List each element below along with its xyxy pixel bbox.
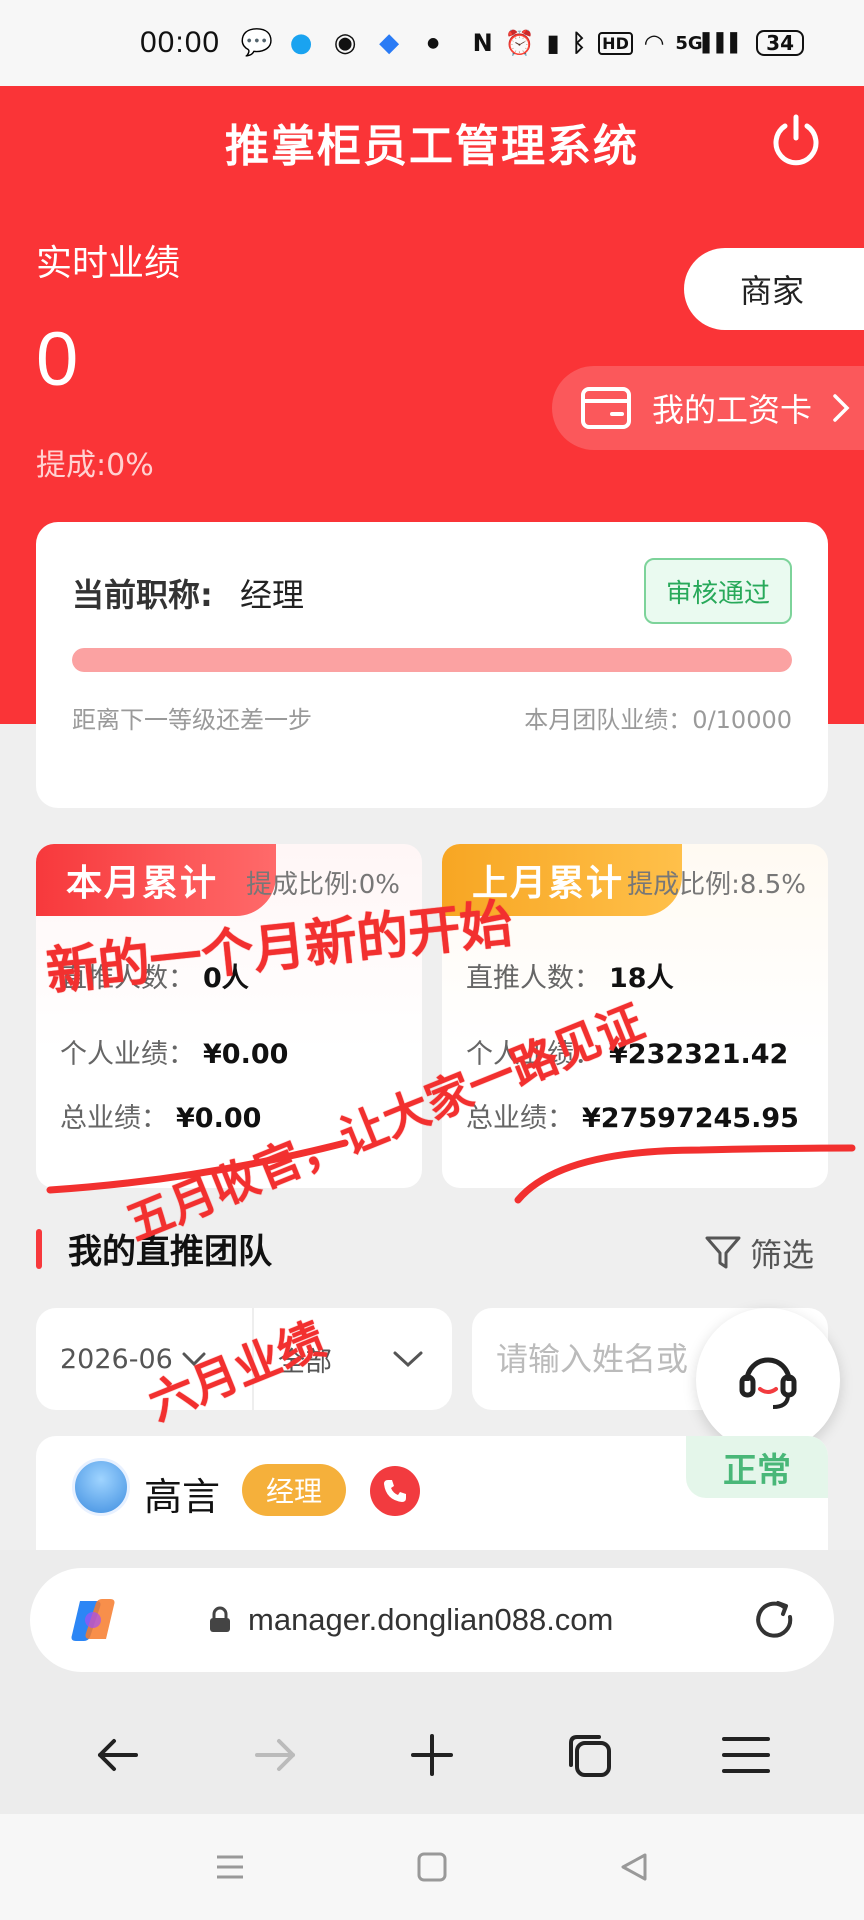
this-month-tag: 本月累计 (36, 844, 276, 916)
customer-service-button[interactable] (696, 1308, 840, 1452)
hamburger-icon (721, 1737, 770, 1773)
level-progress-bar (72, 648, 792, 672)
bluetooth-icon: ᛒ (571, 29, 587, 57)
arrow-left-icon (98, 1739, 139, 1771)
tabs-button[interactable] (559, 1725, 619, 1785)
job-title-card: 当前职称: 经理 审核通过 距离下一等级还差一步 本月团队业绩：0/10000 (36, 522, 828, 808)
funnel-icon (705, 1236, 741, 1269)
avatar (72, 1458, 130, 1516)
battery-icon: 34 (756, 30, 804, 56)
job-title-value: 经理 (240, 576, 305, 614)
new-tab-button[interactable] (402, 1725, 462, 1785)
address-bar[interactable]: manager.donglian088.com (30, 1568, 834, 1672)
team-performance: 本月团队业绩：0/10000 (524, 706, 792, 734)
call-button[interactable] (370, 1466, 420, 1516)
chevron-right-icon (833, 394, 850, 422)
alarm-icon: ⏰ (504, 29, 535, 57)
last-month-ratio: 提成比例:8.5% (627, 870, 806, 900)
member-role-badge: 经理 (242, 1464, 346, 1516)
status-time: 00:00 (140, 26, 221, 59)
level-hint: 距离下一等级还差一步 (72, 706, 312, 734)
reload-icon[interactable] (752, 1597, 798, 1643)
app-title: 推掌柜员工管理系统 (225, 121, 639, 172)
status-bar: 00:00 💬 ● ◉ ◆ ● N ⏰ ▮ ᛒ HD ◠ 5G▌▌▌ 34 (0, 0, 864, 86)
arrow-right-icon (255, 1739, 296, 1771)
review-status-badge: 审核通过 (644, 558, 792, 624)
system-navigation-bar (0, 1814, 864, 1920)
app-icon: ◆ (379, 28, 400, 58)
power-icon (773, 114, 819, 166)
copilot-icon[interactable] (66, 1593, 120, 1647)
section-accent-bar (36, 1228, 42, 1269)
vibrate-icon: ▮ (546, 29, 560, 57)
url-text: manager.donglian088.com (248, 1602, 614, 1637)
team-member-card[interactable]: 高言 经理 正常 (36, 1436, 828, 1556)
wechat-icon: ◉ (333, 28, 357, 58)
job-title-label: 当前职称: (72, 576, 213, 614)
card-icon (581, 387, 631, 429)
back-gesture-icon[interactable] (618, 1851, 650, 1883)
plus-icon (410, 1734, 453, 1776)
realtime-performance-label: 实时业绩 (36, 243, 181, 284)
back-button[interactable] (88, 1725, 148, 1785)
salary-card-label: 我的工资卡 (652, 391, 813, 429)
lock-icon (210, 1606, 230, 1632)
chevron-down-icon (393, 1351, 423, 1368)
qq-icon: ● (289, 28, 313, 58)
headset-icon (739, 1357, 797, 1409)
menu-button[interactable] (716, 1725, 776, 1785)
browser-navigation (0, 1700, 864, 1810)
signal-icon: 5G▌▌▌ (675, 32, 745, 54)
tabs-icon (568, 1735, 611, 1777)
wifi-icon: ◠ (644, 29, 664, 57)
member-status-badge: 正常 (686, 1436, 828, 1498)
filter-label: 筛选 (750, 1236, 815, 1274)
member-name: 高言 (144, 1475, 221, 1519)
commission-rate: 提成:0% (36, 448, 154, 483)
notification-icons: 💬 ● ◉ ◆ ● (240, 28, 448, 58)
system-icons: N ⏰ ▮ ᛒ HD ◠ 5G▌▌▌ 34 (473, 29, 804, 57)
last-month-direct: 直推人数： 18人 (466, 963, 674, 994)
hd-icon: HD (598, 31, 633, 55)
realtime-performance-value: 0 (36, 317, 79, 402)
nfc-icon: N (472, 29, 493, 57)
home-icon[interactable] (416, 1851, 448, 1883)
dot-icon: ● (426, 35, 440, 51)
logout-button[interactable] (768, 112, 824, 168)
forward-button[interactable] (245, 1725, 305, 1785)
filter-button[interactable]: 筛选 (704, 1230, 814, 1276)
this-month-personal: 个人业绩： ¥0.00 (60, 1039, 289, 1070)
name-search-input[interactable] (496, 1340, 726, 1378)
level-progress-fill (72, 648, 792, 672)
salary-card-button[interactable]: 我的工资卡 (552, 366, 864, 450)
phone-icon (384, 1480, 406, 1502)
this-month-total: 总业绩： ¥0.00 (60, 1103, 262, 1134)
chat-bubble-icon: 💬 (240, 28, 274, 58)
merchant-button[interactable]: 商家 (684, 248, 864, 330)
recents-icon[interactable] (214, 1851, 246, 1883)
